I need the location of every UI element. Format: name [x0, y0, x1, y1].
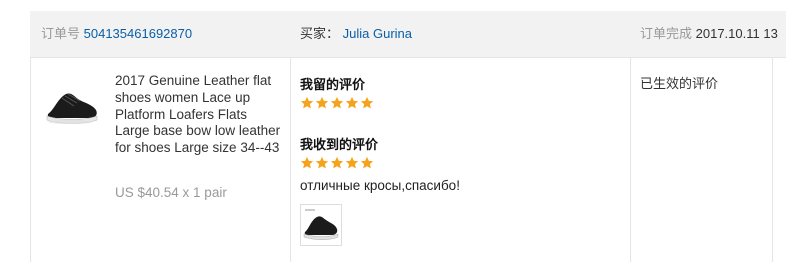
my-feedback-stars — [300, 96, 374, 110]
order-feedback-panel: 订单号 504135461692870 买家： Julia Gurina 订单完… — [0, 0, 786, 262]
buyer-info: 买家： Julia Gurina — [300, 11, 412, 57]
star-icon — [360, 96, 374, 109]
buyer-name-link[interactable]: Julia Gurina — [343, 26, 412, 41]
order-number-label: 订单号 — [41, 27, 81, 42]
product-title-link[interactable]: 2017 Genuine Leather flat shoes women La… — [115, 73, 285, 157]
completed-label: 订单完成 — [640, 27, 693, 42]
star-icon — [330, 96, 344, 109]
buyer-label: 买家： — [300, 27, 340, 42]
star-icon — [315, 156, 329, 169]
sneaker-icon — [46, 93, 98, 124]
star-icon — [300, 156, 314, 169]
star-icon — [330, 156, 344, 169]
my-feedback-heading: 我留的评价 — [300, 78, 366, 93]
received-feedback-comment: отличные кросы,спасибо! — [300, 178, 460, 193]
product-image[interactable] — [44, 80, 100, 128]
order-number-link[interactable]: 504135461692870 — [84, 26, 192, 41]
star-icon — [300, 96, 314, 109]
star-icon — [360, 156, 374, 169]
feedback-status: 已生效的评价 — [640, 77, 719, 92]
star-icon — [345, 96, 359, 109]
received-feedback-heading: 我收到的评价 — [300, 138, 379, 153]
order-header: 订单号 504135461692870 买家： Julia Gurina 订单完… — [30, 11, 786, 58]
star-icon — [315, 96, 329, 109]
completed-date: 2017.10.11 13 — [695, 26, 778, 41]
received-feedback-stars — [300, 156, 374, 170]
column-divider — [290, 57, 291, 262]
star-icon — [345, 156, 359, 169]
product-price: US $40.54 x 1 pair — [115, 185, 227, 200]
column-divider — [630, 57, 631, 262]
order-completed: 订单完成 2017.10.11 13 — [640, 11, 778, 57]
order-number: 订单号 504135461692870 — [41, 11, 192, 57]
sneaker-photo-icon — [303, 209, 339, 240]
feedback-photo-thumbnail[interactable] — [300, 204, 342, 246]
